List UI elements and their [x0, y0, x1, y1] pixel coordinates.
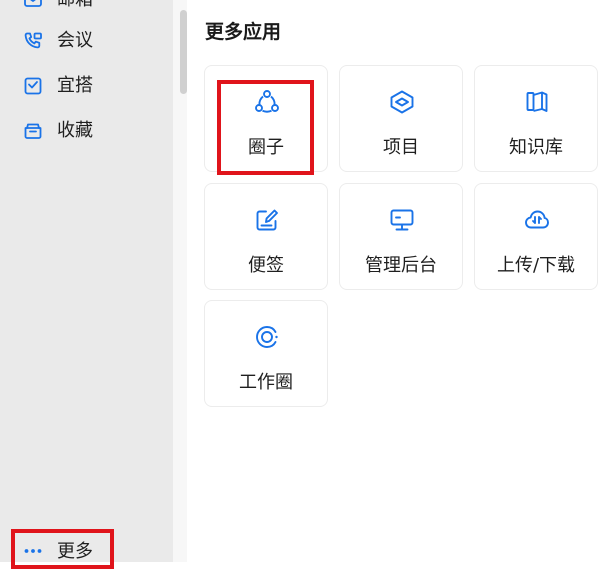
- work-circle-icon: [253, 323, 281, 351]
- sidebar-item-mail[interactable]: 邮箱: [0, 0, 173, 18]
- project-layers-icon: [388, 88, 416, 116]
- app-tile-label: 上传/下载: [496, 255, 576, 276]
- app-tile-upload-download[interactable]: 上传/下载: [474, 183, 598, 290]
- sidebar-item-label: 邮箱: [57, 0, 93, 12]
- monitor-icon: [388, 206, 416, 234]
- panel-title: 更多应用: [205, 21, 282, 43]
- sidebar-item-meeting[interactable]: 会议: [0, 23, 173, 59]
- app-tile-label: 项目: [383, 137, 419, 158]
- app-tile-label: 便签: [248, 255, 284, 276]
- app-tile-project[interactable]: 项目: [339, 65, 463, 172]
- book-icon: [523, 88, 551, 116]
- form-builder-icon: [22, 75, 44, 97]
- sidebar-item-favorites[interactable]: 收藏: [0, 113, 173, 149]
- folder-favorites-icon: [22, 120, 44, 142]
- mail-icon: [22, 0, 44, 11]
- app-tile-label: 管理后台: [365, 255, 437, 276]
- sidebar-item-label: 收藏: [57, 120, 93, 141]
- circle-group-icon: [253, 88, 281, 116]
- sidebar-item-label: 会议: [57, 30, 93, 51]
- app-tile-circle[interactable]: 圈子: [204, 65, 328, 172]
- app-tile-label: 知识库: [509, 137, 563, 158]
- app-tile-label: 圈子: [248, 137, 284, 158]
- sidebar-item-yida[interactable]: 宜搭: [0, 68, 173, 104]
- app-tile-notes[interactable]: 便签: [204, 183, 328, 290]
- sidebar: 邮箱 会议 宜搭 收藏: [0, 0, 173, 569]
- phone-meeting-icon: [22, 30, 44, 52]
- app-tile-knowledge-base[interactable]: 知识库: [474, 65, 598, 172]
- sidebar-item-label: 宜搭: [57, 75, 93, 96]
- app-tile-label: 工作圈: [239, 372, 293, 393]
- cloud-transfer-icon: [523, 206, 551, 234]
- app-tile-work-circle[interactable]: 工作圈: [204, 300, 328, 407]
- app-tile-admin[interactable]: 管理后台: [339, 183, 463, 290]
- sidebar-scrollbar[interactable]: [180, 10, 187, 94]
- note-edit-icon: [253, 206, 281, 234]
- more-highlight-box: [11, 529, 114, 569]
